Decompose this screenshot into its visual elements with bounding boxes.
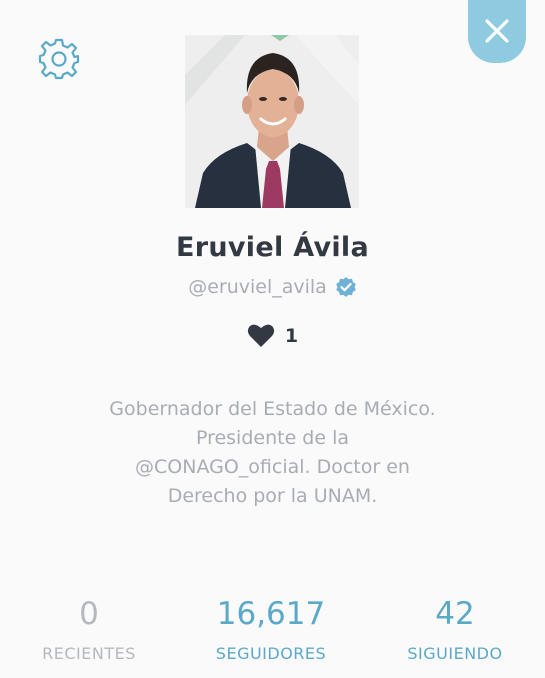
bio-line: @CONAGO_oficial. Doctor en (70, 453, 475, 482)
bio-line: Presidente de la (195, 427, 350, 449)
bio-line: Gobernador del Estado de México. (109, 398, 436, 420)
profile-bio: Gobernador del Estado de México. Preside… (70, 395, 475, 511)
bio-line: Derecho por la UNAM. (167, 485, 378, 507)
heart-icon (247, 324, 275, 347)
gear-icon (38, 38, 80, 80)
stat-recent[interactable]: 0 RECIENTES (30, 596, 148, 663)
bio-mention-link[interactable]: @CONAGO_oficial (135, 456, 305, 478)
stat-followers-label: SEGUIDORES (215, 644, 327, 663)
stat-followers-value: 16,617 (216, 596, 326, 632)
stat-recent-value: 0 (79, 596, 99, 632)
close-button[interactable] (468, 0, 526, 63)
stat-following-value: 42 (435, 596, 475, 632)
profile-handle: @eruviel_avila (188, 276, 327, 298)
profile-name: Eruviel Ávila (176, 232, 369, 263)
close-icon (485, 19, 509, 43)
profile-photo (185, 35, 359, 208)
bio-text: . Doctor en (304, 456, 410, 478)
verified-badge-icon (336, 277, 356, 297)
stat-following[interactable]: 42 SIGUIENDO (390, 596, 520, 663)
stat-recent-label: RECIENTES (42, 644, 136, 663)
stat-following-label: SIGUIENDO (407, 644, 503, 663)
likes-counter[interactable]: 1 (0, 323, 545, 348)
likes-count: 1 (284, 324, 299, 347)
settings-button[interactable] (37, 37, 81, 81)
stat-followers[interactable]: 16,617 SEGUIDORES (196, 596, 346, 663)
profile-handle-row: @eruviel_avila (0, 276, 545, 298)
